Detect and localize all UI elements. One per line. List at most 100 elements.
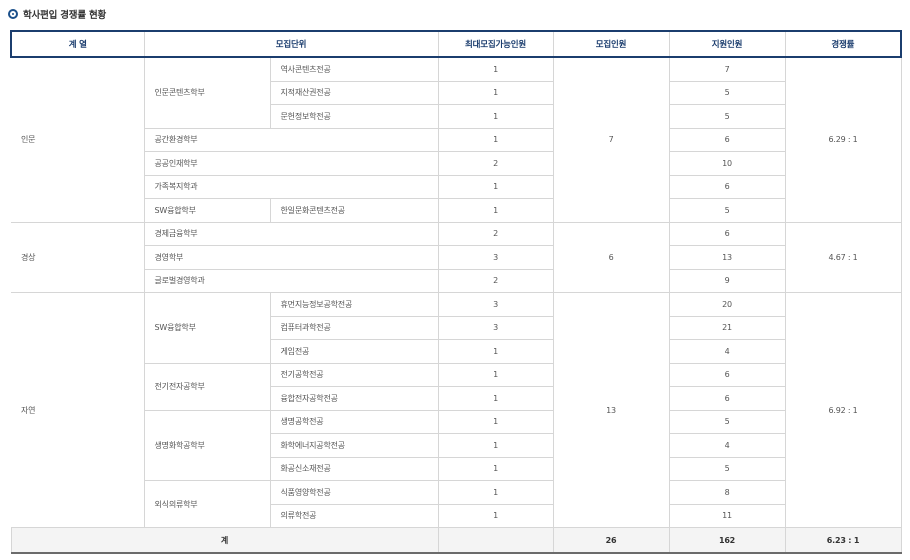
dept-cell: SW융합학부 — [143, 198, 271, 223]
circle-bullet-icon — [8, 9, 18, 19]
major-cell: 컴퓨터과학전공 — [269, 315, 439, 340]
max-cell: 1 — [437, 480, 554, 505]
applicants-cell: 5 — [668, 456, 786, 481]
table-row: 전기전자공학부 전기공학전공 1 6 — [11, 362, 901, 411]
applicants-cell: 11 — [668, 503, 786, 528]
dept-cell: 전기전자공학부 — [143, 362, 271, 411]
applicants-cell: 8 — [668, 480, 786, 505]
max-cell: 2 — [437, 268, 554, 293]
max-cell: 1 — [437, 456, 554, 481]
competition-table: 계 열 모집단위 최대모집가능인원 모집인원 지원인원 경쟁률 인문 인문콘텐츠… — [10, 30, 903, 554]
table-header-row: 계 열 모집단위 최대모집가능인원 모집인원 지원인원 경쟁률 — [10, 30, 903, 58]
applicants-cell: 6 — [668, 221, 786, 246]
table-row: 자연 SW융합학부 휴먼지능정보공학전공 3 13 20 6.92 : 1 — [11, 292, 902, 528]
applicants-cell: 4 — [668, 339, 786, 364]
applicants-cell: 6 — [668, 174, 786, 199]
applicants-cell: 13 — [668, 245, 786, 270]
major-cell: 휴먼지능정보공학전공 — [269, 292, 439, 317]
dept-cell: 가족복지학과 — [143, 174, 439, 199]
applicants-cell: 10 — [668, 151, 786, 176]
major-cell: 게임전공 — [269, 339, 439, 364]
major-cell: 생명공학전공 — [269, 409, 439, 434]
applicants-cell: 5 — [668, 80, 786, 105]
dept-cell: 인문콘텐츠학부 — [143, 56, 271, 129]
header-recruit: 모집인원 — [552, 30, 670, 58]
dept-cell: 생명화학공학부 — [143, 409, 271, 481]
total-ratio-cell: 6.23 : 1 — [784, 527, 902, 554]
major-cell: 융합전자공학전공 — [269, 386, 439, 411]
table-row: 가족복지학과 1 6 — [11, 174, 901, 199]
major-cell: 식품영양학전공 — [269, 480, 439, 505]
major-cell: 전기공학전공 — [269, 362, 439, 387]
recruit-cell: 6 — [552, 221, 670, 293]
total-applicants-cell: 162 — [668, 527, 786, 554]
applicants-cell: 6 — [668, 386, 786, 411]
max-cell: 1 — [437, 339, 554, 364]
table-row: SW융합학부 한일문화콘텐츠전공 1 5 — [11, 198, 901, 223]
field-cell: 인문 — [11, 56, 145, 223]
max-cell: 1 — [437, 386, 554, 411]
table-row: 글로벌경영학과 2 9 — [11, 268, 901, 293]
applicants-cell: 9 — [668, 268, 786, 293]
dept-cell: SW융합학부 — [143, 292, 271, 364]
max-cell: 3 — [437, 292, 554, 317]
total-label: 계 — [10, 527, 439, 554]
applicants-cell: 5 — [668, 104, 786, 129]
major-cell: 의류학전공 — [269, 503, 439, 528]
applicants-cell: 6 — [668, 127, 786, 152]
table-row: 경상 경제금융학부 2 6 6 4.67 : 1 — [11, 221, 902, 293]
table-row: 공간환경학부 1 6 — [11, 127, 901, 152]
max-cell: 1 — [437, 198, 554, 223]
table-row: 공공인재학부 2 10 — [11, 151, 901, 176]
max-cell: 3 — [437, 315, 554, 340]
max-cell: 1 — [437, 409, 554, 434]
ratio-cell: 6.92 : 1 — [784, 292, 902, 528]
max-cell: 1 — [437, 127, 554, 152]
dept-cell: 공간환경학부 — [143, 127, 439, 152]
applicants-cell: 5 — [668, 409, 786, 434]
max-cell: 1 — [437, 362, 554, 387]
section-title-text: 학사편입 경쟁률 현황 — [23, 10, 107, 21]
table-row: 경영학부 3 13 — [11, 245, 901, 270]
max-cell: 1 — [437, 104, 554, 129]
section-title: 학사편입 경쟁률 현황 — [8, 6, 106, 22]
header-unit: 모집단위 — [143, 30, 439, 58]
applicants-cell: 6 — [668, 362, 786, 387]
ratio-cell: 6.29 : 1 — [784, 56, 902, 223]
applicants-cell: 7 — [668, 56, 786, 82]
total-recruit-cell: 26 — [552, 527, 670, 554]
max-cell: 1 — [437, 56, 554, 82]
total-row: 계 26 162 6.23 : 1 — [10, 527, 902, 554]
header-max-capacity: 최대모집가능인원 — [437, 30, 554, 58]
applicants-cell: 4 — [668, 433, 786, 458]
header-ratio: 경쟁률 — [784, 30, 903, 58]
major-cell: 한일문화콘텐츠전공 — [269, 198, 439, 223]
ratio-cell: 4.67 : 1 — [784, 221, 902, 293]
table-row: 생명화학공학부 생명공학전공 1 5 — [11, 409, 901, 481]
max-cell: 2 — [437, 151, 554, 176]
major-cell: 역사콘텐츠전공 — [269, 56, 439, 82]
dept-cell: 경영학부 — [143, 245, 439, 270]
field-cell: 자연 — [11, 292, 145, 528]
applicants-cell: 21 — [668, 315, 786, 340]
dept-cell: 외식의류학부 — [143, 480, 271, 528]
max-cell: 1 — [437, 174, 554, 199]
max-cell: 3 — [437, 245, 554, 270]
table-row: 외식의류학부 식품영양학전공 1 8 — [11, 480, 901, 528]
max-cell: 1 — [437, 503, 554, 528]
header-field: 계 열 — [10, 30, 145, 58]
major-cell: 지적재산권전공 — [269, 80, 439, 105]
major-cell: 화학에너지공학전공 — [269, 433, 439, 458]
dept-cell: 경제금융학부 — [143, 221, 439, 246]
recruit-cell: 7 — [552, 56, 670, 223]
recruit-cell: 13 — [552, 292, 670, 528]
table-row: 인문 인문콘텐츠학부 역사콘텐츠전공 1 7 7 6.29 : 1 — [11, 56, 902, 223]
header-applicants: 지원인원 — [668, 30, 786, 58]
field-cell: 경상 — [11, 221, 145, 293]
major-cell: 화공신소재전공 — [269, 456, 439, 481]
applicants-cell: 5 — [668, 198, 786, 223]
max-cell: 2 — [437, 221, 554, 246]
max-cell: 1 — [437, 433, 554, 458]
max-cell: 1 — [437, 80, 554, 105]
dept-cell: 공공인재학부 — [143, 151, 439, 176]
